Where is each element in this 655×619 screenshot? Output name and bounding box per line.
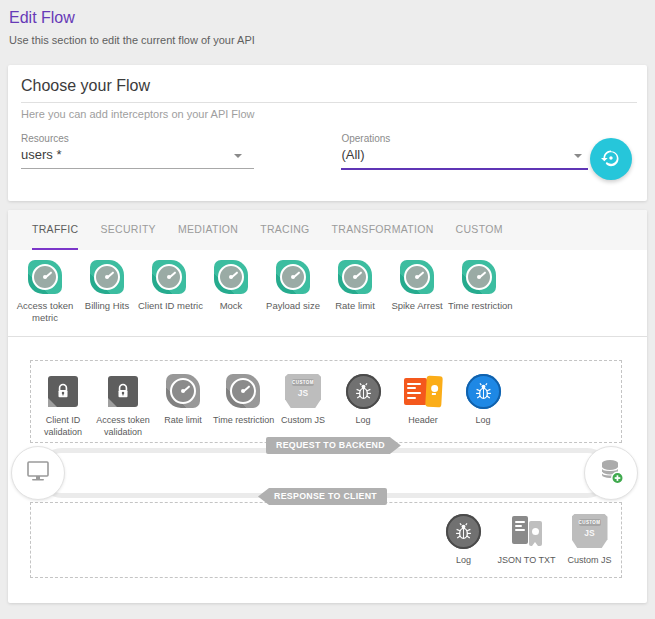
page-title: Edit Flow [9,9,647,27]
monitor-icon [25,459,51,487]
divider [21,102,637,103]
choose-flow-card: Choose your Flow Here you can add interc… [8,65,647,201]
response-interceptors-zone[interactable]: Log JSON TO TXT CUSTOM JS Custom JS [30,502,622,578]
bug-dark-icon [346,374,381,409]
tab-tracing[interactable]: TRACING [260,210,309,250]
json-to-txt-icon [510,514,544,549]
operations-value: (All) [341,144,588,168]
tab-security[interactable]: SECURITY [100,210,156,250]
response-to-client-banner: RESPONSE TO CLIENT [258,488,387,505]
palette-item[interactable]: Access token metric [14,260,76,336]
palette-item[interactable]: Time restriction [448,260,510,336]
tab-mediation[interactable]: MEDIATION [178,210,238,250]
flow-interceptor[interactable]: Log [453,373,513,442]
palette-item[interactable]: Rate limit [324,260,386,336]
flow-select-row: Resources users * Operations (All) [21,133,647,170]
choose-flow-note: Here you can add interceptors on your AP… [21,108,647,120]
custom-js-icon: CUSTOM JS [285,374,321,408]
gauge-teal-icon [338,260,372,294]
bug-blue-icon [466,374,501,409]
chevron-down-icon [574,154,582,158]
tab-transformation[interactable]: TRANSFORMATION [332,210,434,250]
flow-interceptor[interactable]: Log [333,373,393,442]
gauge-teal-icon [276,260,310,294]
client-endpoint [11,446,65,500]
operations-label: Operations [341,133,588,144]
palette-item[interactable]: Billing Hits [76,260,138,336]
page-header: Edit Flow Use this section to edit the c… [0,0,655,46]
resources-label: Resources [21,133,254,144]
lock-icon [108,376,138,407]
flow-interceptor[interactable]: JSON TO TXT [495,513,558,577]
restore-icon [601,148,621,171]
flow-interceptor[interactable]: Time restriction [213,373,273,442]
request-to-backend-banner: REQUEST TO BACKEND [266,437,401,454]
lock-icon [48,376,78,407]
operations-select[interactable]: Operations (All) [341,133,588,170]
backend-endpoint[interactable] [584,446,638,500]
flow-interceptor[interactable]: Client ID validation [33,373,93,442]
interceptor-palette: Access token metric Billing Hits Client … [8,250,647,337]
gauge-teal-icon [400,260,434,294]
header-icon [404,375,442,408]
page-subtitle: Use this section to edit the current flo… [9,34,647,46]
custom-js-icon: CUSTOM JS [572,514,608,548]
flow-interceptor[interactable]: Access token validation [93,373,153,442]
palette-item[interactable]: Spike Arrest [386,260,448,336]
flow-interceptor[interactable]: Header [393,373,453,442]
gauge-teal-icon [90,260,124,294]
palette-item[interactable]: Client ID metric [138,260,200,336]
interceptor-tabs: TRAFFIC SECURITY MEDIATION TRACING TRANS… [8,210,647,250]
bug-dark-icon [446,514,481,549]
refresh-flow-button[interactable] [590,138,632,180]
flow-interceptor[interactable]: Rate limit [153,373,213,442]
resources-value: users * [21,144,254,168]
choose-flow-title: Choose your Flow [8,65,647,95]
chevron-down-icon [234,154,242,158]
gauge-teal-icon [214,260,248,294]
flow-interceptor[interactable]: Log [432,513,495,577]
flow-canvas: Client ID validation Access token valida… [8,337,647,603]
request-interceptors-zone[interactable]: Client ID validation Access token valida… [30,360,622,443]
palette-item[interactable]: Payload size [262,260,324,336]
gauge-teal-icon [462,260,496,294]
resources-select[interactable]: Resources users * [21,133,254,169]
flow-interceptor[interactable]: CUSTOM JS Custom JS [273,373,333,442]
gauge-teal-icon [152,260,186,294]
tab-traffic[interactable]: TRAFFIC [32,210,78,250]
gauge-teal-icon [28,260,62,294]
interceptors-card: TRAFFIC SECURITY MEDIATION TRACING TRANS… [8,210,647,603]
tab-custom[interactable]: CUSTOM [456,210,503,250]
gauge-gray-icon [166,374,200,408]
database-add-icon [598,457,625,489]
gauge-gray-icon [226,374,260,408]
flow-interceptor[interactable]: CUSTOM JS Custom JS [558,513,621,577]
palette-item[interactable]: Mock [200,260,262,336]
